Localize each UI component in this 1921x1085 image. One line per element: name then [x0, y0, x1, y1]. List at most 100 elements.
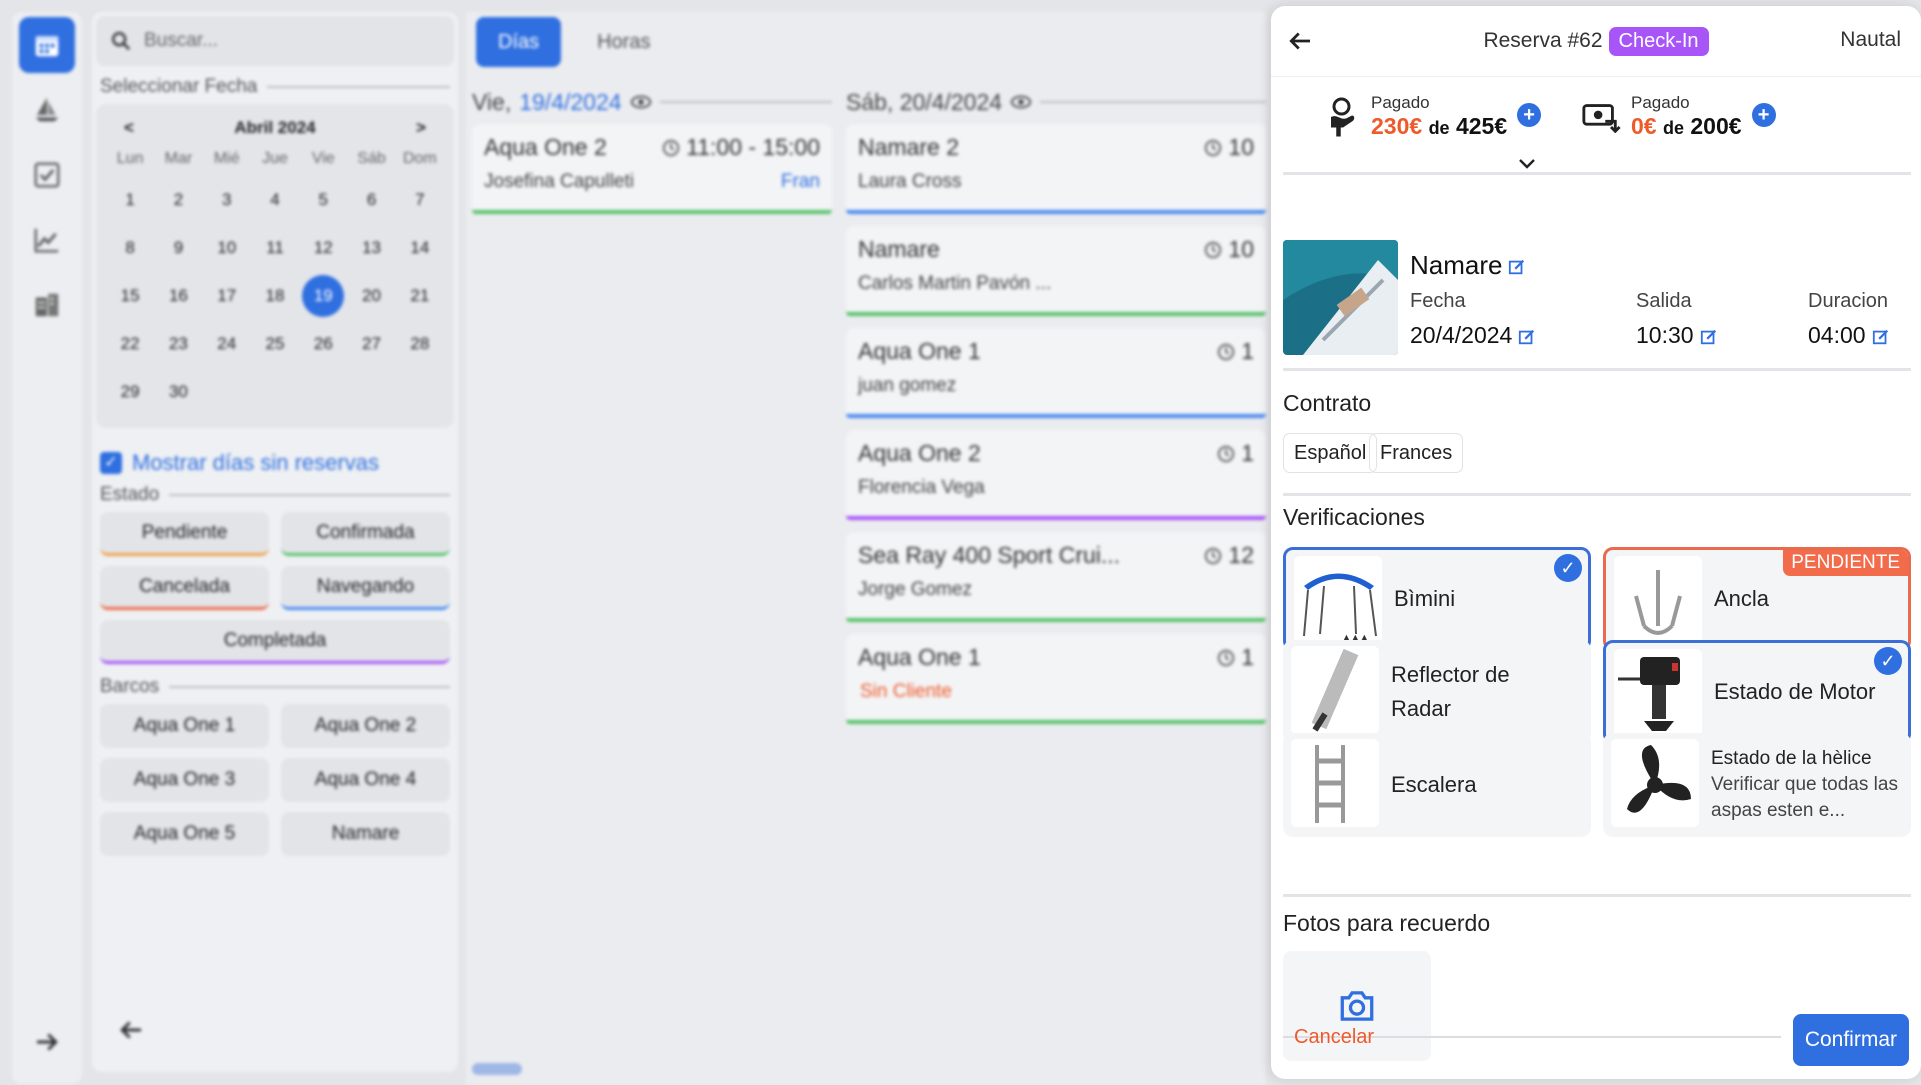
calendar-day[interactable]: 23 — [154, 322, 202, 366]
calendar-day[interactable]: 7 — [396, 178, 444, 222]
eye-icon[interactable] — [1010, 94, 1032, 110]
estado-filter-pendiente[interactable]: Pendiente — [100, 512, 269, 556]
nav-boats[interactable] — [19, 82, 75, 138]
boat-filter[interactable]: Aqua One 4 — [281, 758, 450, 802]
verification-reflector-de-radar[interactable]: Reflector de Radar — [1283, 640, 1591, 744]
edit-icon[interactable] — [1518, 328, 1536, 346]
calendar-day[interactable]: 6 — [347, 178, 395, 222]
calendar-day[interactable]: 20 — [347, 274, 395, 318]
tab-days[interactable]: Días — [476, 17, 562, 67]
payments: Pagado 230€ de 425€ + Pagado 0€ de 200€ … — [1271, 76, 1921, 206]
verification-estado-de-la-h-lice[interactable]: Estado de la hèlice Verificar que todas l… — [1603, 733, 1911, 837]
calendar-day[interactable]: 29 — [106, 370, 154, 414]
calendar-day[interactable]: 27 — [347, 322, 395, 366]
calendar-day[interactable]: 28 — [396, 322, 444, 366]
contract-spanish-button[interactable]: Español — [1283, 433, 1378, 473]
salida-label: Salida — [1636, 290, 1692, 312]
clock-icon — [1218, 343, 1235, 360]
tab-hours[interactable]: Horas — [575, 17, 672, 67]
calendar-day[interactable]: 9 — [154, 226, 202, 270]
check-icon: ✓ — [1554, 554, 1582, 582]
weekday-label: Lun — [116, 150, 144, 167]
reservation-card[interactable]: Aqua One 2 11:00 - 15:00 Josefina Capullet… — [472, 124, 832, 214]
add-deposit-button[interactable]: + — [1751, 102, 1776, 127]
show-empty-days-checkbox[interactable]: ✓ Mostrar días sin reservas — [100, 450, 450, 476]
confirm-button[interactable]: Confirmar — [1792, 1014, 1909, 1066]
estado-filter-cancelada[interactable]: Cancelada — [100, 566, 269, 610]
calendar-day[interactable]: 30 — [154, 370, 202, 414]
reservation-card[interactable]: Aqua One 1 1 juan gomez — [846, 328, 1266, 418]
nav-stats[interactable] — [19, 212, 75, 268]
boat-filter[interactable]: Aqua One 1 — [100, 704, 269, 748]
status-bar — [846, 516, 1266, 520]
estado-filter-completada[interactable]: Completada — [100, 620, 450, 664]
calendar-day[interactable]: 14 — [396, 226, 444, 270]
next-month-button[interactable]: > — [416, 118, 426, 138]
chart-icon — [34, 228, 59, 253]
boat-filter[interactable]: Aqua One 3 — [100, 758, 269, 802]
card-boat: Aqua One 1 — [858, 338, 981, 364]
boat-filter[interactable]: Namare — [281, 812, 450, 856]
calendar-day[interactable]: 21 — [396, 274, 444, 318]
calendar-day[interactable]: 12 — [299, 226, 347, 270]
boat-filter[interactable]: Aqua One 2 — [281, 704, 450, 748]
collapse-sidebar-button[interactable] — [116, 1015, 146, 1050]
edit-icon[interactable] — [1508, 258, 1526, 276]
calendar-day[interactable]: 1 — [106, 178, 154, 222]
calendar-day[interactable]: 4 — [251, 178, 299, 222]
calendar-day[interactable]: 15 — [106, 274, 154, 318]
calendar-day-selected[interactable]: 19 — [299, 274, 347, 318]
prev-month-button[interactable]: < — [124, 118, 134, 138]
reservation-card[interactable]: Namare 2 10 Laura Cross — [846, 124, 1266, 214]
calendar-icon — [35, 36, 59, 57]
calendar-day[interactable]: 8 — [106, 226, 154, 270]
nav-buildings[interactable] — [19, 277, 75, 333]
nav-checklist[interactable] — [19, 147, 75, 203]
eye-icon[interactable] — [630, 94, 652, 110]
expand-rail-button[interactable] — [12, 1027, 82, 1062]
contract-french-button[interactable]: Frances — [1369, 433, 1464, 473]
calendar-day[interactable]: 18 — [251, 274, 299, 318]
back-arrow-icon[interactable] — [1285, 26, 1315, 56]
calendar-day[interactable]: 16 — [154, 274, 202, 318]
calendar-day[interactable]: 3 — [203, 178, 251, 222]
verification-b-mini[interactable]: ▲▲▲ Bìmini ✓ — [1283, 547, 1591, 651]
reservation-card[interactable]: Aqua One 2 1 Florencia Vega — [846, 430, 1266, 520]
check-icon: ✓ — [1874, 647, 1902, 675]
calendar-day[interactable]: 5 — [299, 178, 347, 222]
select-date-heading: Seleccionar Fecha — [100, 76, 450, 98]
status-bar — [846, 720, 1266, 724]
verification-ancla[interactable]: Ancla PENDIENTE — [1603, 547, 1911, 651]
verification-escalera[interactable]: Escalera — [1283, 733, 1591, 837]
pending-badge: PENDIENTE — [1783, 550, 1908, 576]
search-input[interactable]: Buscar... — [96, 16, 454, 66]
edit-icon[interactable] — [1872, 328, 1890, 346]
estado-filter-confirmada[interactable]: Confirmada — [281, 512, 450, 556]
horizontal-scrollbar[interactable] — [472, 1063, 522, 1075]
verification-estado-de-motor[interactable]: Estado de Motor ✓ — [1603, 640, 1911, 744]
calendar-day[interactable]: 25 — [251, 322, 299, 366]
reservation-card[interactable]: Namare 10 Carlos Martin Pavón ... — [846, 226, 1266, 316]
building-icon — [35, 293, 59, 317]
calendar-day[interactable]: 17 — [203, 274, 251, 318]
estado-filter-navegando[interactable]: Navegando — [281, 566, 450, 610]
cancel-button[interactable]: Cancelar — [1294, 1026, 1374, 1049]
edit-icon[interactable] — [1700, 328, 1718, 346]
reservation-card[interactable]: Sea Ray 400 Sport Crui... 12 Jorge Gomez — [846, 532, 1266, 622]
calendar-day[interactable]: 11 — [251, 226, 299, 270]
card-client: juan gomez — [858, 375, 957, 396]
calendar-day[interactable]: 22 — [106, 322, 154, 366]
calendar-day[interactable]: 26 — [299, 322, 347, 366]
nav-calendar[interactable] — [19, 17, 75, 73]
calendar-day[interactable]: 13 — [347, 226, 395, 270]
verification-title: Estado de la hèlice — [1711, 748, 1872, 769]
add-payment-button[interactable]: + — [1517, 102, 1542, 127]
boat-filter[interactable]: Aqua One 5 — [100, 812, 269, 856]
reservation-card[interactable]: Aqua One 1 1 Sin Cliente — [846, 634, 1266, 724]
calendar-day[interactable]: 24 — [203, 322, 251, 366]
calendar-day[interactable]: 10 — [203, 226, 251, 270]
contrato-heading: Contrato — [1283, 390, 1372, 416]
chevron-down-icon[interactable] — [1517, 157, 1537, 171]
calendar-day[interactable]: 2 — [154, 178, 202, 222]
verification-label: Escalera — [1391, 772, 1477, 797]
